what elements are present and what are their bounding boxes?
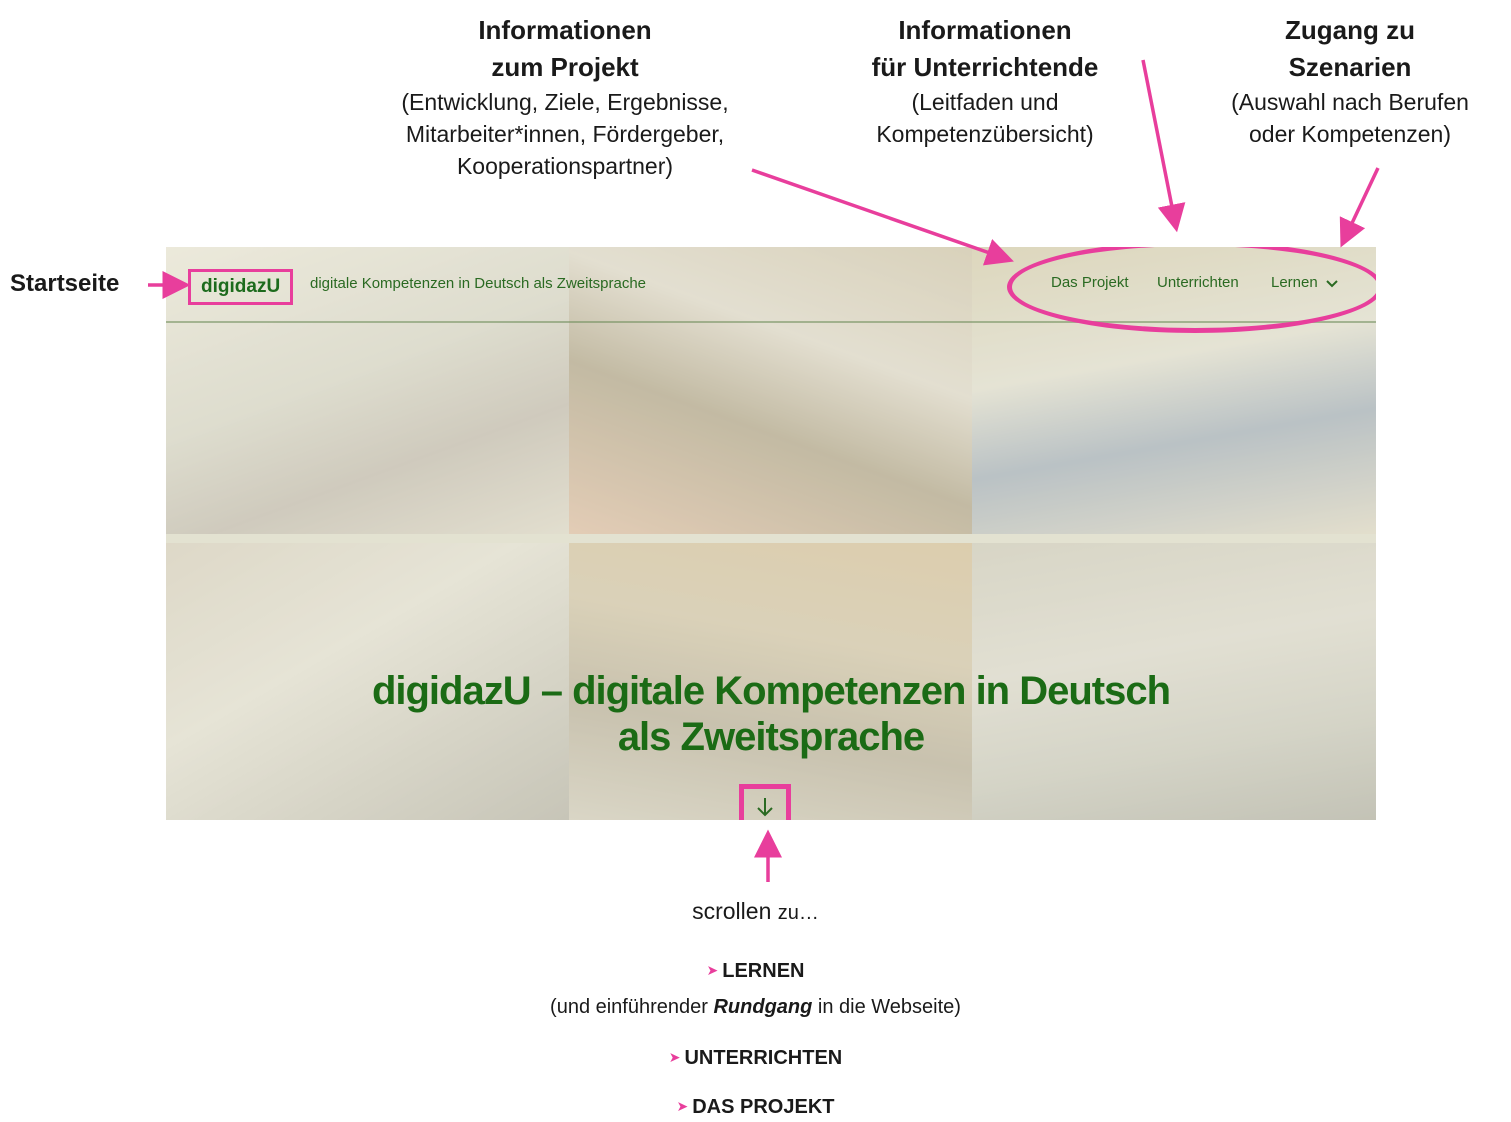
annotation-arrows [148, 59, 1380, 882]
arrow-to-lernen [1339, 167, 1380, 248]
arrow-to-projekt [751, 168, 1014, 266]
arrow-to-unterrichten [1141, 59, 1186, 233]
